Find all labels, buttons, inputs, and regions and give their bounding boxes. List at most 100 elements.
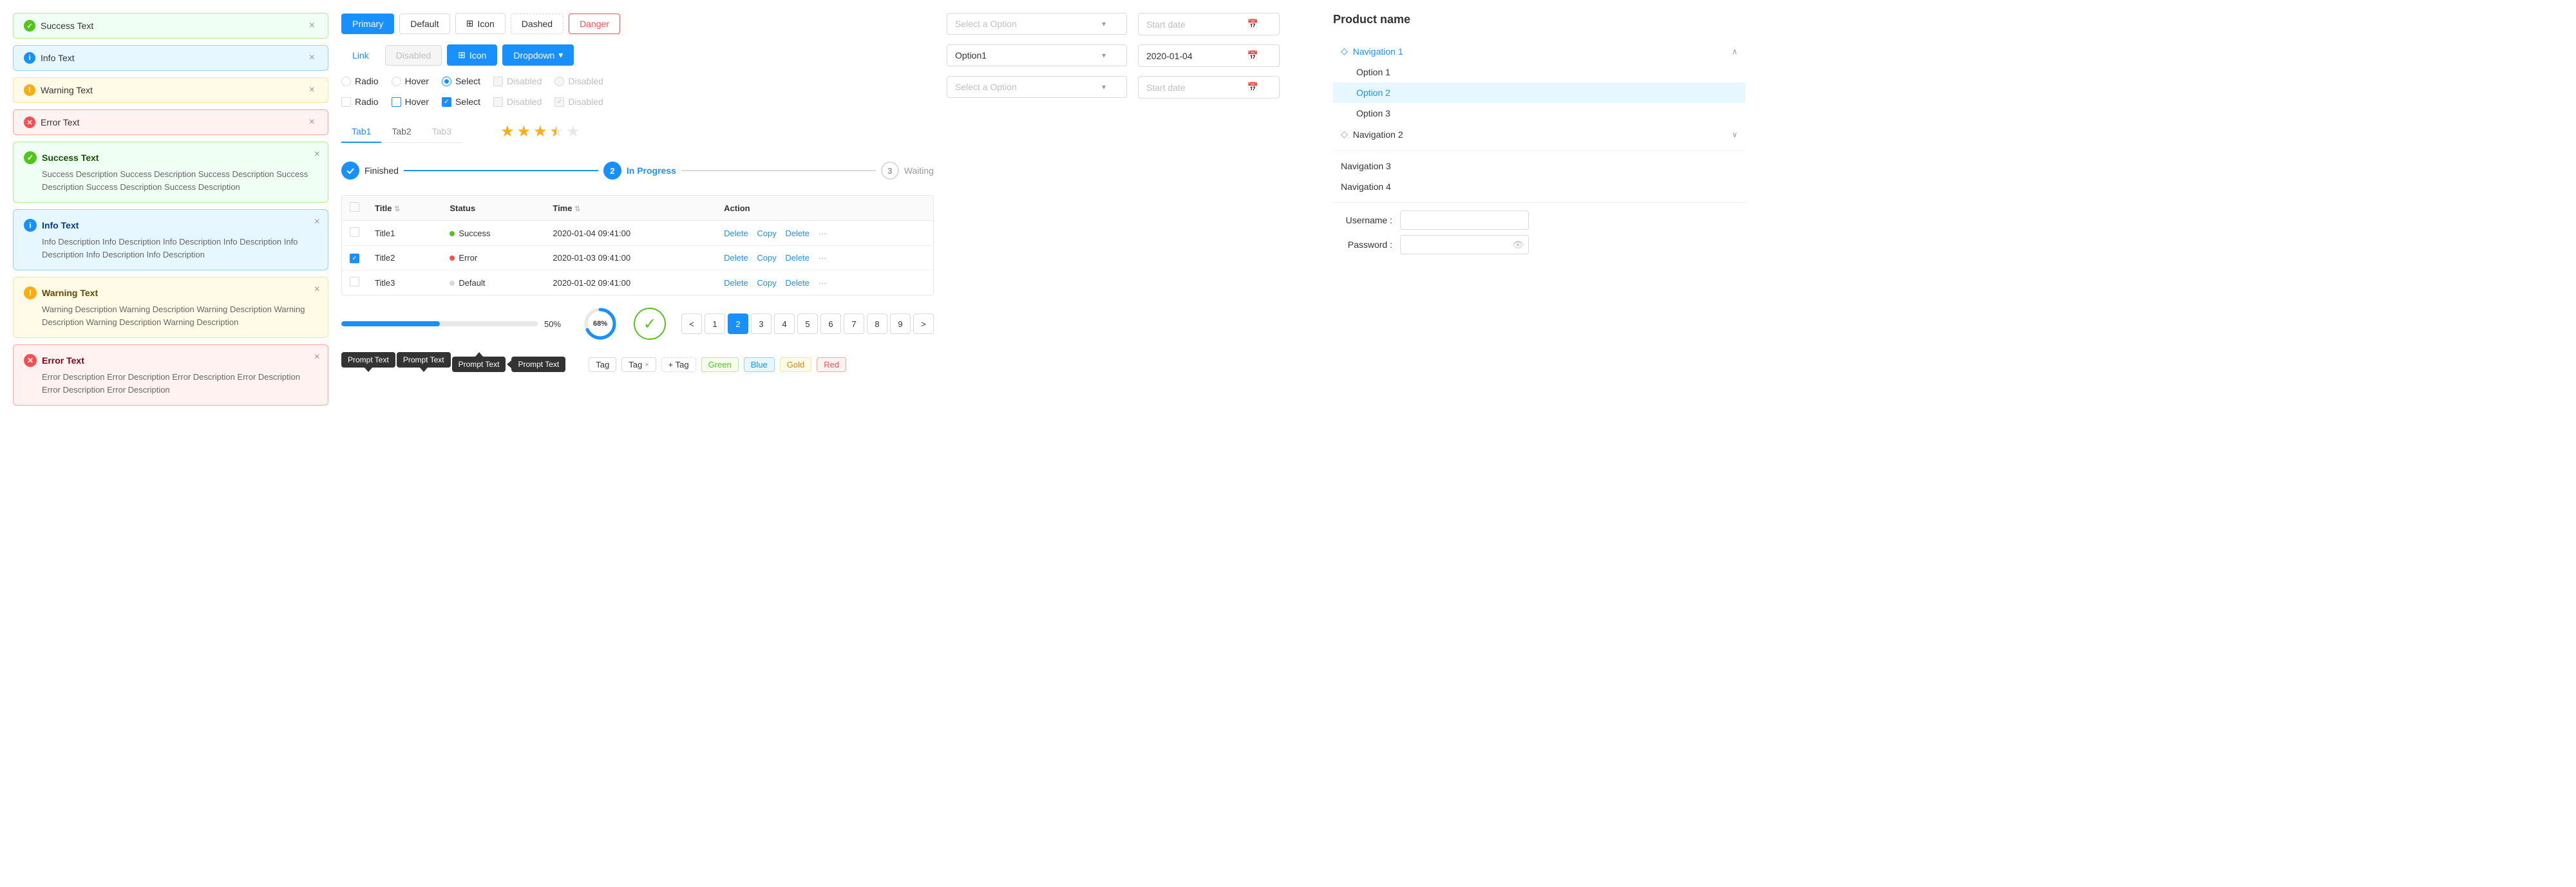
select-2-arrow: ▾ [1102,51,1106,60]
info-icon: i [24,52,35,64]
checkbox-hover-2[interactable]: Hover [392,97,429,107]
row1-time: 2020-01-04 09:41:00 [545,221,716,246]
row2-more[interactable]: ··· [819,253,827,263]
select-3-arrow: ▾ [1102,82,1106,91]
close-info-full[interactable]: × [314,216,320,228]
page-4[interactable]: 4 [774,313,795,334]
row2-delete-1[interactable]: Delete [724,253,748,263]
page-next[interactable]: > [913,313,934,334]
row2-copy[interactable]: Copy [757,253,776,263]
icon-button[interactable]: ⊞ Icon [455,13,506,34]
star-2[interactable]: ★ [517,122,531,141]
row3-checkbox[interactable] [350,277,359,286]
page-7[interactable]: 7 [844,313,864,334]
close-warning-simple[interactable]: × [307,84,317,96]
tooltip-box-3: Prompt Text [452,357,506,372]
primary-button[interactable]: Primary [341,14,394,34]
row1-more[interactable]: ··· [819,229,827,238]
close-warning-full[interactable]: × [314,284,320,295]
stars-rating[interactable]: ★ ★ ★ ★★ ★ [500,117,580,146]
star-1[interactable]: ★ [500,122,515,141]
tag-close-btn[interactable]: × [645,361,649,369]
checkboxes-row-2: Radio Hover Select Disabled ✓ Disabled [341,97,934,107]
step-waiting: 3 Waiting [881,162,934,180]
tag-add-btn[interactable]: + Tag [661,357,696,372]
nav-sub-option3[interactable]: Option 3 [1333,103,1745,124]
nav-item-1[interactable]: ◇ Navigation 1 ∧ [1333,41,1745,62]
time-sort-icon[interactable]: ⇅ [574,205,580,213]
dashed-button[interactable]: Dashed [511,14,564,34]
date-3[interactable]: Start date 📅 [1138,76,1280,98]
close-error-full[interactable]: × [314,351,320,363]
link-button[interactable]: Link [341,45,380,66]
checkbox-disabled-1: Disabled [493,76,542,86]
default-button[interactable]: Default [399,14,450,34]
close-info-simple[interactable]: × [307,52,317,64]
row2-delete-2[interactable]: Delete [785,253,810,263]
row1-copy[interactable]: Copy [757,229,776,238]
page-8[interactable]: 8 [867,313,887,334]
radio-hover-1[interactable]: Hover [392,76,429,86]
checkbox-radio-2[interactable]: Radio [341,97,379,107]
row1-checkbox[interactable] [350,227,359,237]
radio-unchecked-1[interactable]: Radio [341,76,379,86]
date-2[interactable]: 2020-01-04 📅 [1138,44,1280,67]
row3-status: Default [442,270,545,295]
password-eye-icon[interactable]: 👁 [1512,239,1524,250]
row1-delete-1[interactable]: Delete [724,229,748,238]
close-success-full[interactable]: × [314,149,320,160]
nav-item-3[interactable]: Navigation 3 [1333,156,1745,176]
product-title: Product name [1333,13,1745,33]
selects-dates-grid: Select a Option ▾ Start date 📅 Option1 ▾… [947,13,1320,98]
username-input[interactable] [1400,210,1529,230]
step-line-2 [681,170,876,171]
date-1[interactable]: Start date 📅 [1138,13,1280,35]
select-2[interactable]: Option1 ▾ [947,44,1127,66]
row3-delete-1[interactable]: Delete [724,278,748,288]
tab-tab2[interactable]: Tab2 [381,121,421,143]
username-row: Username : [1333,208,1745,232]
page-6[interactable]: 6 [820,313,841,334]
tag-red: Red [817,357,846,372]
nav-item-2[interactable]: ◇ Navigation 2 ∨ [1333,124,1745,145]
password-input[interactable] [1400,235,1529,254]
select-3[interactable]: Select a Option ▾ [947,76,1127,98]
danger-button[interactable]: Danger [569,14,620,34]
star-3[interactable]: ★ [533,122,547,141]
icon-blue-button[interactable]: ⊞ Icon [447,44,497,66]
close-success-simple[interactable]: × [307,20,317,32]
page-2[interactable]: 2 [728,313,748,334]
status-dot-success [450,231,455,236]
page-9[interactable]: 9 [890,313,911,334]
dropdown-button[interactable]: Dropdown ▾ [502,44,574,66]
nav-sub-option1[interactable]: Option 1 [1333,62,1745,82]
disabled-button: Disabled [385,45,442,66]
nav-sub-option2[interactable]: Option 2 [1333,82,1745,103]
row3-copy[interactable]: Copy [757,278,776,288]
checkbox-select-2[interactable]: Select [442,97,480,107]
close-error-simple[interactable]: × [307,117,317,128]
step-label-finished: Finished [365,165,399,176]
icon-button-icon: ⊞ [466,18,474,29]
nav-item-4[interactable]: Navigation 4 [1333,176,1745,197]
tab-tab1[interactable]: Tab1 [341,121,381,143]
star-4-half[interactable]: ★★ [550,122,564,141]
password-row: Password : 👁 [1333,232,1745,257]
title-sort-icon[interactable]: ⇅ [394,205,400,213]
page-5[interactable]: 5 [797,313,818,334]
star-5-empty[interactable]: ★ [566,122,580,141]
step-label-waiting: Waiting [904,165,934,176]
row3-delete-2[interactable]: Delete [785,278,810,288]
select-1[interactable]: Select a Option ▾ [947,13,1127,35]
row3-more[interactable]: ··· [819,278,827,288]
row2-checkbox[interactable] [350,254,359,263]
checkbox-sq-2 [341,97,351,107]
page-3[interactable]: 3 [751,313,772,334]
page-prev[interactable]: < [681,313,702,334]
row3-title: Title3 [367,270,442,295]
page-1[interactable]: 1 [705,313,725,334]
row1-delete-2[interactable]: Delete [785,229,810,238]
radio-select-1[interactable]: Select [442,76,480,86]
status-dot-default [450,281,455,286]
table-select-all[interactable] [350,202,359,212]
